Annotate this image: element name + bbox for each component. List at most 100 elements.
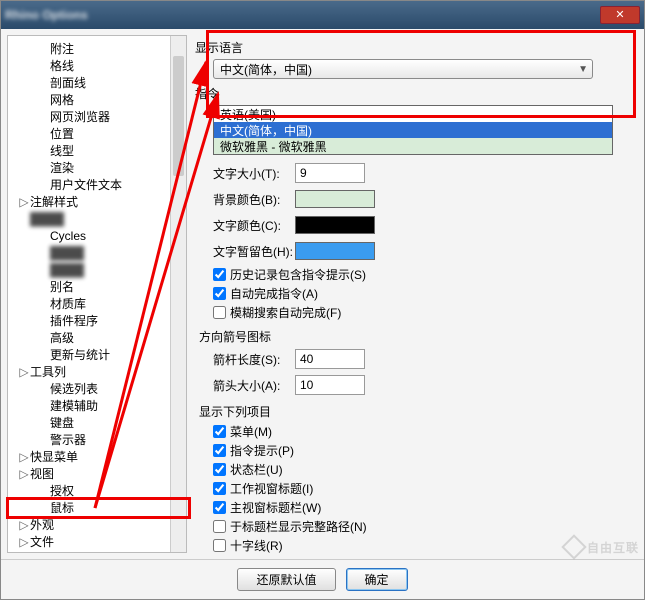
hint-color-label: 文字暂留色(H):: [195, 243, 295, 260]
tree-item[interactable]: 材质库: [8, 295, 186, 312]
tree-item-label: 警示器: [50, 431, 86, 448]
bg-color-swatch[interactable]: [295, 190, 375, 208]
tree-item[interactable]: ▷文件: [8, 533, 186, 550]
sidebar-tree[interactable]: 附注格线剖面线网格网页浏览器位置线型渲染用户文件文本▷注解样式████Cycle…: [7, 35, 187, 553]
viewtitle-checkbox[interactable]: [213, 482, 226, 495]
content-panel: 显示语言 中文(简体，中国) ▼ 指令 英语(美国) 中文(简体，中国) 微软雅…: [191, 35, 638, 553]
tree-item-label: 键盘: [50, 414, 74, 431]
tree-item[interactable]: 高级: [8, 329, 186, 346]
tree-item[interactable]: 用户文件文本: [8, 176, 186, 193]
tree-item[interactable]: 附注: [8, 40, 186, 57]
cross-label: 十字线(R): [230, 537, 283, 553]
command-option[interactable]: 微软雅黑 - 微软雅黑: [214, 138, 612, 154]
ok-button[interactable]: 确定: [346, 568, 408, 591]
tree-item[interactable]: 线型: [8, 142, 186, 159]
tree-item-label: 快显菜单: [30, 448, 78, 465]
tree-item[interactable]: 别名: [8, 278, 186, 295]
tree-item[interactable]: 候选列表: [8, 380, 186, 397]
autocomplete-label: 自动完成指令(A): [230, 285, 318, 302]
history-checkbox[interactable]: [213, 268, 226, 281]
display-language-label: 显示语言: [195, 39, 630, 56]
chevron-down-icon: ▼: [578, 64, 588, 75]
display-language-dropdown[interactable]: 中文(简体，中国) ▼: [213, 59, 593, 79]
expander-icon: ▷: [18, 451, 30, 463]
menu-checkbox[interactable]: [213, 425, 226, 438]
sidebar-scrollbar[interactable]: [170, 36, 186, 552]
command-label: 指令: [195, 85, 630, 102]
tree-item[interactable]: ▷外观: [8, 516, 186, 533]
maintitle-label: 主视窗标题栏(W): [230, 499, 321, 516]
arrow-length-label: 箭杆长度(S):: [195, 351, 295, 368]
tree-item[interactable]: 剖面线: [8, 74, 186, 91]
titlebar: Rhino Options ✕: [1, 1, 644, 29]
pathintitle-checkbox[interactable]: [213, 520, 226, 533]
tree-item[interactable]: 闲置处理: [8, 550, 186, 553]
cmdhint-checkbox[interactable]: [213, 444, 226, 457]
tree-item-label: 高级: [50, 329, 74, 346]
tree-item[interactable]: 更新与统计: [8, 346, 186, 363]
tree-item-label: 文件: [30, 533, 54, 550]
expander-icon: ▷: [18, 468, 30, 480]
tree-item[interactable]: 建模辅助: [8, 397, 186, 414]
tree-item[interactable]: ▷注解样式: [8, 193, 186, 210]
tree-item[interactable]: 鼠标: [8, 499, 186, 516]
tree-item-label: 工具列: [30, 363, 66, 380]
tree-item[interactable]: 格线: [8, 57, 186, 74]
command-dropdown-open[interactable]: 英语(美国) 中文(简体，中国) 微软雅黑 - 微软雅黑: [213, 105, 613, 155]
tree-item-label: 闲置处理: [50, 550, 98, 553]
tree-item-label: 授权: [50, 482, 74, 499]
tree-item[interactable]: 位置: [8, 125, 186, 142]
tree-item[interactable]: ████: [8, 210, 186, 227]
close-button[interactable]: ✕: [600, 6, 640, 24]
command-option-selected[interactable]: 中文(简体，中国): [214, 122, 612, 138]
tree-item-label: 别名: [50, 278, 74, 295]
text-color-swatch[interactable]: [295, 216, 375, 234]
tree-item[interactable]: ▷快显菜单: [8, 448, 186, 465]
cross-checkbox[interactable]: [213, 539, 226, 552]
tree-item[interactable]: 渲染: [8, 159, 186, 176]
tree-item[interactable]: 警示器: [8, 431, 186, 448]
tree-item[interactable]: 授权: [8, 482, 186, 499]
font-size-input[interactable]: [295, 163, 365, 183]
command-option[interactable]: 英语(美国): [214, 106, 612, 122]
tree-item[interactable]: ████: [8, 261, 186, 278]
tree-item[interactable]: ▷视图: [8, 465, 186, 482]
tree-item[interactable]: ▷工具列: [8, 363, 186, 380]
tree-item[interactable]: 键盘: [8, 414, 186, 431]
tree-item-label: ████: [50, 246, 84, 260]
maintitle-checkbox[interactable]: [213, 501, 226, 514]
tree-item-label: 线型: [50, 142, 74, 159]
pathintitle-label: 于标题栏显示完整路径(N): [230, 518, 367, 535]
tree-item-label: 网页浏览器: [50, 108, 110, 125]
tree-item-label: 渲染: [50, 159, 74, 176]
tree-item[interactable]: 网格: [8, 91, 186, 108]
tree-item[interactable]: ████: [8, 244, 186, 261]
arrow-length-input[interactable]: [295, 349, 365, 369]
fuzzy-checkbox[interactable]: [213, 306, 226, 319]
tree-item[interactable]: 插件程序: [8, 312, 186, 329]
tree-item-label: 剖面线: [50, 74, 86, 91]
tree-item-label: 注解样式: [30, 193, 78, 210]
restore-defaults-button[interactable]: 还原默认值: [237, 568, 335, 591]
window-title: Rhino Options: [5, 8, 600, 22]
arrow-size-input[interactable]: [295, 375, 365, 395]
tree-item-label: 材质库: [50, 295, 86, 312]
fuzzy-label: 模糊搜索自动完成(F): [230, 304, 341, 321]
autocomplete-checkbox[interactable]: [213, 287, 226, 300]
tree-item-label: 网格: [50, 91, 74, 108]
display-language-value: 中文(简体，中国): [220, 61, 312, 78]
tree-item[interactable]: Cycles: [8, 227, 186, 244]
tree-item-label: 鼠标: [50, 499, 74, 516]
tree-item-label: 视图: [30, 465, 54, 482]
tree-item-label: 插件程序: [50, 312, 98, 329]
tree-item-label: 候选列表: [50, 380, 98, 397]
hint-color-swatch[interactable]: [295, 242, 375, 260]
menu-label: 菜单(M): [230, 423, 272, 440]
status-checkbox[interactable]: [213, 463, 226, 476]
direction-arrow-section: 方向箭号图标: [195, 328, 630, 345]
tree-item[interactable]: 网页浏览器: [8, 108, 186, 125]
viewtitle-label: 工作视窗标题(I): [230, 480, 313, 497]
expander-icon: ▷: [18, 366, 30, 378]
tree-item-label: 附注: [50, 40, 74, 57]
tree-item-label: 格线: [50, 57, 74, 74]
